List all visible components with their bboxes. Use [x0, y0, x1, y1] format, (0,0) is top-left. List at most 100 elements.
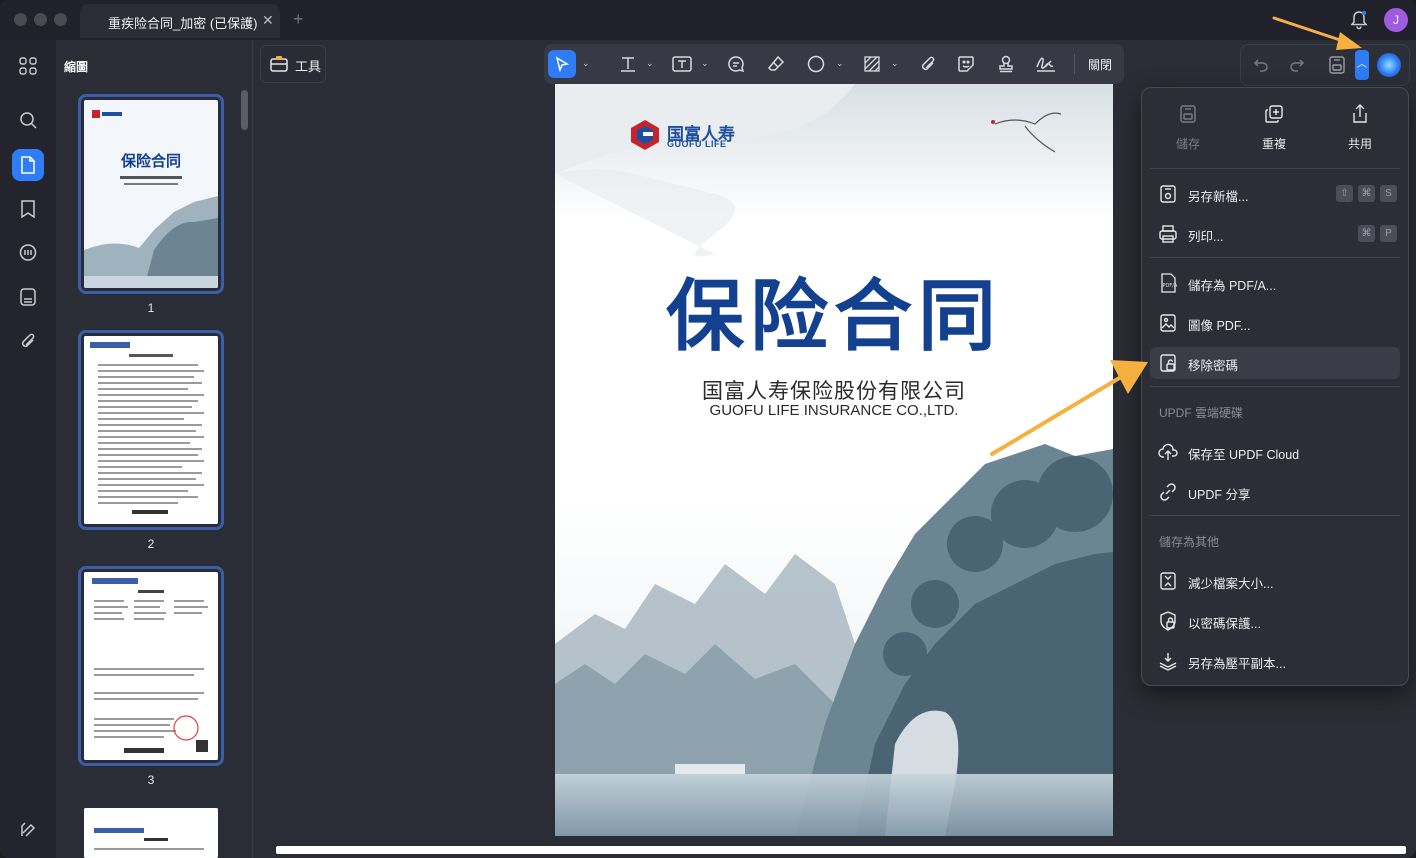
share-icon — [1353, 104, 1367, 123]
bookmark-icon[interactable] — [12, 193, 44, 225]
page-thumbnail-3[interactable] — [78, 566, 224, 766]
zoom-window-button[interactable] — [54, 13, 67, 26]
redo-icon[interactable] — [1285, 53, 1309, 77]
menu-share-button[interactable]: 共用 — [1320, 104, 1400, 152]
undo-icon[interactable] — [1249, 53, 1273, 77]
tab-close-icon[interactable]: ✕ — [262, 12, 274, 29]
thumbnail-panel: 縮圖 保险合同 1 2 3 — [56, 40, 253, 858]
new-tab-icon[interactable]: + — [293, 9, 304, 30]
shield-lock-icon — [1160, 611, 1176, 631]
attach-tool-icon[interactable] — [914, 50, 942, 78]
menu-item-flatten-copy[interactable]: 另存為壓平副本... — [1150, 645, 1400, 677]
menu-divider — [1150, 515, 1400, 516]
tab-title: 重疾险合同_加密 (已保護) — [108, 16, 258, 31]
save-menu-chevron-up-icon[interactable]: ︿ — [1355, 50, 1369, 80]
compress-file-icon — [1160, 572, 1176, 590]
save-icon — [1180, 105, 1196, 123]
svg-text:保险合同: 保险合同 — [120, 152, 181, 170]
menu-item-label: 移除密碼 — [1188, 359, 1239, 373]
user-avatar[interactable]: J — [1384, 8, 1408, 32]
menu-share-label: 共用 — [1347, 137, 1372, 151]
document-tab[interactable]: 重疾险合同_加密 (已保護) ✕ — [80, 4, 280, 38]
menu-item-label: 另存新檔... — [1188, 190, 1249, 204]
company-name-cn: 国富人寿保险股份有限公司 — [702, 380, 966, 403]
shortcut-key: ⌘ — [1358, 225, 1375, 242]
save-icon[interactable] — [1325, 53, 1349, 77]
menu-item-label: 以密碼保護... — [1188, 617, 1261, 631]
menu-item-remove-password[interactable]: 移除密碼 — [1150, 347, 1400, 379]
chevron-down-icon[interactable]: ⌄ — [646, 58, 654, 69]
grid-view-icon[interactable] — [12, 50, 44, 82]
menu-duplicate-label: 重複 — [1261, 137, 1286, 151]
search-icon[interactable] — [12, 104, 44, 136]
menu-item-label: 另存為壓平副本... — [1188, 657, 1286, 671]
menu-item-save-pdfa[interactable]: PDF/A 儲存為 PDF/A... — [1150, 267, 1400, 299]
menu-divider — [1150, 386, 1400, 387]
eraser-tool-icon[interactable] — [762, 50, 790, 78]
annotation-toolbar: ⌄ ⌄ ⌄ ⌄ ⌄ 關閉 — [544, 44, 1124, 84]
menu-item-label: 列印... — [1188, 230, 1224, 244]
menu-save-button[interactable]: 儲存 — [1148, 104, 1228, 152]
pages-panel-icon[interactable] — [12, 149, 44, 181]
chevron-down-icon[interactable]: ⌄ — [701, 58, 709, 69]
select-tool-button[interactable] — [548, 50, 576, 78]
document-page: 国富人寿 GUOFU LIFE 保险合同 国富人寿保险股份有限公司 GUOFU … — [555, 84, 1113, 836]
shortcut-key: S — [1380, 185, 1397, 202]
shape-tool-icon[interactable] — [802, 50, 830, 78]
unlock-file-icon — [1160, 354, 1176, 372]
tools-label: 工具 — [295, 59, 322, 74]
paperclip-icon[interactable] — [12, 325, 44, 357]
logo-text-en: GUOFU LIFE — [667, 139, 727, 149]
guofu-logo-icon — [631, 120, 659, 150]
menu-item-reduce-size[interactable]: 減少檔案大小... — [1150, 565, 1400, 597]
menu-item-image-pdf[interactable]: 圖像 PDF... — [1150, 307, 1400, 339]
sticker-tool-icon[interactable] — [952, 50, 980, 78]
document-title: 保险合同 — [665, 272, 1002, 360]
svg-text:PDF/A: PDF/A — [1163, 283, 1178, 289]
menu-duplicate-button[interactable]: 重複 — [1234, 104, 1314, 152]
menu-item-save-as-new[interactable]: 另存新檔... ⇧ ⌘ S — [1150, 178, 1400, 210]
thumbnail-panel-title: 縮圖 — [64, 60, 89, 74]
duplicate-icon — [1265, 105, 1283, 123]
close-window-button[interactable] — [14, 13, 27, 26]
menu-item-save-cloud[interactable]: 保存至 UPDF Cloud — [1150, 436, 1400, 468]
minimize-window-button[interactable] — [34, 13, 47, 26]
area-highlight-tool-icon[interactable] — [858, 50, 886, 78]
link-icon — [1160, 483, 1176, 501]
attachment-file-icon[interactable] — [12, 281, 44, 313]
comment-icon[interactable] — [12, 237, 44, 269]
updf-ai-icon[interactable] — [1377, 53, 1401, 77]
page-number-1: 1 — [147, 301, 155, 315]
menu-item-print[interactable]: 列印... ⌘ P — [1150, 218, 1400, 250]
flatten-layers-icon — [1159, 653, 1177, 671]
notification-bell-icon[interactable] — [1350, 10, 1368, 35]
save-as-icon — [1160, 185, 1176, 203]
sidebar-toggle-icon[interactable] — [12, 814, 44, 846]
chevron-down-icon[interactable]: ⌄ — [836, 58, 844, 69]
thumbnail-scrollbar[interactable] — [241, 90, 248, 130]
menu-item-label: 儲存為 PDF/A... — [1188, 279, 1277, 293]
page-thumbnail-2[interactable] — [78, 330, 224, 530]
menu-save-label: 儲存 — [1175, 137, 1200, 151]
shortcut-key: P — [1380, 225, 1397, 242]
chevron-down-icon[interactable]: ⌄ — [891, 58, 899, 69]
comment-tool-icon[interactable] — [722, 50, 750, 78]
menu-item-label: 減少檔案大小... — [1188, 577, 1274, 591]
horizontal-scrollbar[interactable] — [276, 846, 1406, 854]
menu-item-protect-password[interactable]: 以密碼保護... — [1150, 605, 1400, 637]
cloud-upload-icon — [1158, 443, 1178, 460]
text-tool-icon[interactable] — [614, 50, 642, 78]
menu-item-updf-share[interactable]: UPDF 分享 — [1150, 476, 1400, 508]
left-tool-rail — [0, 40, 57, 858]
pdfa-file-icon: PDF/A — [1161, 273, 1178, 293]
text-box-tool-icon[interactable] — [668, 50, 696, 78]
stamp-tool-icon[interactable] — [992, 50, 1020, 78]
page-thumbnail-4[interactable] — [84, 808, 218, 858]
chevron-down-icon[interactable]: ⌄ — [582, 58, 590, 69]
tools-button[interactable]: 工具 — [260, 45, 326, 83]
signature-tool-icon[interactable] — [1032, 50, 1060, 78]
print-icon — [1159, 225, 1177, 243]
close-toolbar-button[interactable]: 關閉 — [1088, 56, 1112, 73]
page-thumbnail-1[interactable]: 保险合同 — [78, 94, 224, 294]
save-dropdown-menu: 儲存 重複 共用 另存新檔... ⇧ ⌘ S 列印... ⌘ P PDF/A 儲… — [1141, 87, 1409, 686]
